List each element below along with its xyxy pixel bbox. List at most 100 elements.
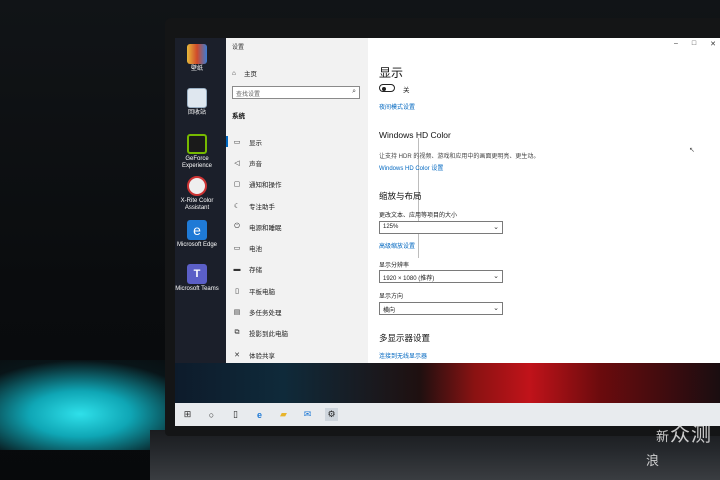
sidebar-item-storage[interactable]: ▬ 存储 <box>226 259 368 280</box>
desktop-icon-teams[interactable]: T Microsoft Teams <box>175 264 219 293</box>
orientation-label: 显示方向 <box>379 294 404 300</box>
sidebar-item-label: 显示 <box>249 139 262 147</box>
sidebar-item-label: 体验共享 <box>249 352 275 360</box>
search-taskbar-icon[interactable]: ○ <box>205 408 218 421</box>
desktop-icon-label: 回收站 <box>187 110 206 116</box>
desktop-icon-label: GeForce Experience <box>181 156 213 169</box>
wallpaper-app-icon <box>187 44 207 64</box>
explorer-icon[interactable]: ▰ <box>277 408 290 421</box>
desktop-wallpaper <box>175 363 720 403</box>
scale-value: 125% <box>383 224 399 230</box>
sidebar-item-label: 平板电脑 <box>249 288 275 296</box>
mail-icon[interactable]: ✉ <box>301 408 314 421</box>
advanced-scaling-link[interactable]: 高级缩放设置 <box>379 241 415 250</box>
sidebar-item-power[interactable]: ⏻ 电源和睡眠 <box>226 216 368 237</box>
desktop-icon-recycle-bin[interactable]: 回收站 <box>175 88 219 117</box>
sidebar-item-label: 存储 <box>249 267 262 275</box>
sidebar-item-label: 多任务处理 <box>249 310 282 318</box>
page-title: 显示 <box>379 66 404 80</box>
edge-icon: e <box>187 220 207 240</box>
orientation-value: 横向 <box>383 308 396 314</box>
monitor-icon: ▭ <box>233 138 241 146</box>
laptop-screen: 壁纸 回收站 GeForce Experience X-Rite Color A… <box>175 38 720 426</box>
recycle-bin-icon <box>187 88 207 108</box>
laptop-base <box>150 430 720 480</box>
geforce-icon <box>187 134 207 154</box>
xrite-icon <box>187 176 207 196</box>
power-icon: ⏻ <box>234 222 240 230</box>
battery-icon: ▭ <box>233 245 241 253</box>
sidebar-item-label: 投影到此电脑 <box>249 331 288 339</box>
search-input[interactable]: 查找设置 ⌕ <box>232 86 360 99</box>
sidebar-item-shared-experiences[interactable]: ✕ 体验共享 <box>226 344 368 365</box>
sidebar-item-notifications[interactable]: ▢ 通知和操作 <box>226 174 368 195</box>
toggle-state-label: 关 <box>403 87 410 94</box>
moon-icon: ☾ <box>233 202 241 210</box>
settings-window: 设置 ⌂ 主页 查找设置 ⌕ 系统 ▭ 显示 ◁ 声音 ▢ 通知和操作 ☾ 专注… <box>226 38 720 363</box>
sidebar-item-sound[interactable]: ◁ 声音 <box>226 152 368 173</box>
sidebar-item-tablet[interactable]: ▯ 平板电脑 <box>226 280 368 301</box>
sidebar-item-label: 电源和睡眠 <box>249 224 282 232</box>
sina-watermark: 新众测 浪 <box>646 424 712 472</box>
resolution-value: 1920 × 1080 (推荐) <box>383 276 435 282</box>
desktop-icon-label: Microsoft Edge <box>176 242 218 248</box>
hdr-heading: Windows HD Color <box>379 130 451 140</box>
desktop-icon-xrite[interactable]: X-Rite Color Assistant <box>175 176 219 212</box>
watermark-char-2: 浪 <box>645 454 660 469</box>
resolution-label: 显示分辨率 <box>379 263 410 269</box>
speaker-icon: ◁ <box>234 159 240 167</box>
sidebar-section-title: 系统 <box>232 113 245 120</box>
multitask-icon: ▤ <box>233 309 241 317</box>
settings-sidebar: 设置 ⌂ 主页 查找设置 ⌕ 系统 ▭ 显示 ◁ 声音 ▢ 通知和操作 ☾ 专注… <box>226 38 368 363</box>
scale-layout-heading: 缩放与布局 <box>379 191 422 201</box>
start-icon[interactable]: ⊞ <box>181 408 194 421</box>
sidebar-home[interactable]: ⌂ 主页 <box>232 68 257 79</box>
wireless-display-link[interactable]: 连接到无线显示器 <box>379 351 427 360</box>
settings-content: 显示 关 夜间模式设置 Windows HD Color 让支持 HDR 的视频… <box>379 38 719 363</box>
sidebar-item-focus-assist[interactable]: ☾ 专注助手 <box>226 195 368 216</box>
edge-taskbar-icon[interactable]: e <box>253 408 266 421</box>
window-title: 设置 <box>232 45 245 51</box>
project-icon: ⧉ <box>234 329 240 337</box>
night-light-toggle[interactable] <box>379 84 395 92</box>
tablet-icon: ▯ <box>235 287 239 295</box>
storage-icon: ▬ <box>233 265 241 273</box>
search-icon: ⌕ <box>352 88 356 95</box>
taskbar: ⊞ ○ ▯ e ▰ ✉ ⚙ <box>175 403 720 426</box>
resolution-dropdown[interactable]: 1920 × 1080 (推荐) ⌄ <box>379 270 503 283</box>
orientation-dropdown[interactable]: 横向 ⌄ <box>379 302 503 315</box>
desktop-icon-edge[interactable]: e Microsoft Edge <box>175 220 219 249</box>
sidebar-item-battery[interactable]: ▭ 电池 <box>226 237 368 258</box>
desktop-icon-label: X-Rite Color Assistant <box>180 198 214 211</box>
watermark-char-1: 新 <box>655 430 670 445</box>
hdr-description: 让支持 HDR 的视频、游戏和应用中的画面更明亮、更生动。 <box>379 154 540 160</box>
chevron-down-icon: ⌄ <box>493 224 499 231</box>
teams-icon: T <box>187 264 207 284</box>
sidebar-item-projecting[interactable]: ⧉ 投影到此电脑 <box>226 323 368 344</box>
share-icon: ✕ <box>234 351 240 359</box>
mouse-cursor-icon: ↖ <box>689 147 695 154</box>
desktop-icon-label: 壁纸 <box>190 66 203 72</box>
home-label: 主页 <box>243 71 257 78</box>
hdr-settings-link[interactable]: Windows HD Color 设置 <box>379 163 443 172</box>
multi-display-heading: 多显示器设置 <box>379 333 431 343</box>
desktop-icon-wallpaper[interactable]: 壁纸 <box>175 44 219 73</box>
task-view-icon[interactable]: ▯ <box>229 408 242 421</box>
sidebar-item-label: 声音 <box>249 160 262 168</box>
settings-taskbar-icon[interactable]: ⚙ <box>325 408 338 421</box>
sidebar-item-label: 专注助手 <box>249 203 275 211</box>
sidebar-item-label: 电池 <box>249 246 262 254</box>
desktop-icon-geforce[interactable]: GeForce Experience <box>175 134 219 170</box>
home-icon: ⌂ <box>232 69 236 77</box>
sidebar-nav: ▭ 显示 ◁ 声音 ▢ 通知和操作 ☾ 专注助手 ⏻ 电源和睡眠 ▭ 电池 ▬ … <box>226 131 368 365</box>
sidebar-item-display[interactable]: ▭ 显示 <box>226 131 368 152</box>
night-light-settings-link[interactable]: 夜间模式设置 <box>379 102 415 111</box>
watermark-text: 众测 <box>670 422 712 446</box>
search-placeholder: 查找设置 <box>236 92 261 98</box>
chevron-down-icon: ⌄ <box>493 273 499 280</box>
scale-label: 更改文本、应用等项目的大小 <box>379 213 458 219</box>
notification-icon: ▢ <box>233 181 241 189</box>
scale-dropdown[interactable]: 125% ⌄ <box>379 221 503 234</box>
sidebar-item-multitasking[interactable]: ▤ 多任务处理 <box>226 301 368 322</box>
chevron-down-icon: ⌄ <box>493 305 499 312</box>
